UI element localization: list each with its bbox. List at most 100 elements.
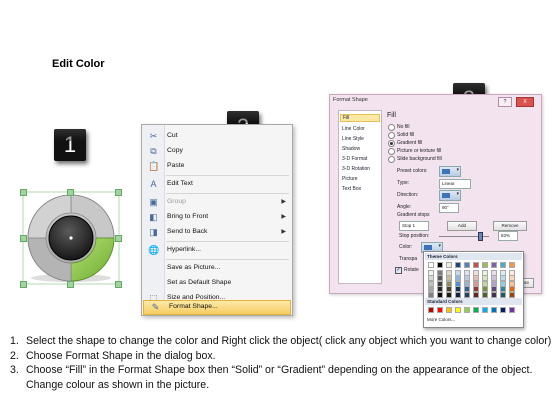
color-swatch[interactable] [437, 291, 443, 298]
menu-item-label: Cut [167, 132, 178, 139]
color-swatch[interactable] [473, 291, 479, 298]
color-swatch[interactable] [464, 291, 470, 298]
copy-icon: ⧉ [150, 146, 157, 156]
radio-no-fill[interactable] [388, 124, 395, 131]
nav-item-3d-rotation[interactable]: 3-D Rotation [342, 166, 370, 172]
color-swatch[interactable] [500, 262, 506, 268]
menu-item-send-to-back[interactable]: ◨ Send to Back ▶ [142, 225, 292, 240]
color-swatch[interactable] [428, 291, 434, 298]
ring-graphic [22, 191, 120, 285]
menu-item-edit-text[interactable]: A Edit Text [142, 177, 292, 192]
close-icon[interactable]: X [516, 97, 534, 107]
theme-colors-heading: Theme Colors [425, 253, 522, 260]
nav-item-text-box[interactable]: Text Box [342, 186, 361, 192]
direction-dropdown[interactable] [439, 190, 461, 201]
rotate-checkbox[interactable]: ✓ [395, 267, 402, 274]
radio-slide-background-fill[interactable] [388, 156, 395, 163]
instruction-number: 1. [10, 335, 19, 347]
color-swatch[interactable] [491, 307, 497, 313]
remove-stop-button[interactable]: Remove [493, 221, 527, 231]
preset-colors-dropdown[interactable] [439, 166, 461, 177]
radio-solid-fill[interactable] [388, 132, 395, 139]
menu-item-group[interactable]: ▣ Group ▶ [142, 195, 292, 210]
color-swatch[interactable] [455, 262, 461, 268]
nav-item-picture[interactable]: Picture [342, 176, 358, 182]
color-swatch[interactable] [428, 307, 434, 313]
color-swatch[interactable] [428, 262, 434, 268]
resize-handle[interactable] [115, 235, 122, 242]
resize-handle[interactable] [115, 281, 122, 288]
color-swatch[interactable] [482, 262, 488, 268]
slider-thumb[interactable] [478, 232, 483, 241]
menu-item-label: Save as Picture... [167, 264, 221, 271]
stop-position-input[interactable]: 83% [498, 231, 518, 241]
angle-input[interactable]: 90° [439, 203, 459, 213]
color-swatch[interactable] [455, 307, 461, 313]
color-swatch[interactable] [446, 262, 452, 268]
color-swatch[interactable] [482, 307, 488, 313]
radio-picture-fill[interactable] [388, 148, 395, 155]
instruction-item: 3. Choose “Fill” in the Format Shape box … [10, 363, 555, 392]
add-stop-button[interactable]: Add [447, 221, 477, 231]
menu-item-copy[interactable]: ⧉ Copy [142, 144, 292, 159]
send-back-icon: ◨ [149, 227, 158, 237]
menu-item-save-as-picture[interactable]: Save as Picture... [142, 261, 292, 276]
menu-item-set-default-shape[interactable]: Set as Default Shape [142, 276, 292, 291]
resize-handle[interactable] [67, 189, 74, 196]
menu-item-hyperlink[interactable]: 🌐 Hyperlink... [142, 243, 292, 258]
menu-item-bring-to-front[interactable]: ◧ Bring to Front ▶ [142, 210, 292, 225]
standard-colors-heading: Standard Colors [425, 298, 522, 305]
radio-label: Gradient fill [397, 140, 423, 146]
more-colors-link[interactable]: More Colors... [427, 317, 455, 322]
color-swatch[interactable] [509, 291, 515, 298]
nav-item-3d-format[interactable]: 3-D Format [342, 156, 367, 162]
color-swatch[interactable] [500, 307, 506, 313]
help-button[interactable]: ? [498, 97, 512, 107]
scissors-icon: ✂ [149, 131, 158, 141]
nav-item-line-style[interactable]: Line Style [342, 136, 364, 142]
menu-item-format-shape[interactable]: ✎ Format Shape... [143, 300, 291, 315]
color-swatch[interactable] [482, 291, 488, 298]
stop-select[interactable]: Stop 1 [399, 221, 429, 231]
menu-item-label: Format Shape... [169, 303, 218, 310]
color-swatch[interactable] [473, 307, 479, 313]
color-swatch[interactable] [446, 307, 452, 313]
menu-item-label: Edit Text [167, 180, 193, 187]
resize-handle[interactable] [67, 281, 74, 288]
radio-label: No fill [397, 124, 410, 130]
nav-item-shadow[interactable]: Shadow [342, 146, 360, 152]
radio-gradient-fill[interactable] [388, 140, 395, 147]
color-swatch[interactable] [509, 262, 515, 268]
nav-item-line-color[interactable]: Line Color [342, 126, 365, 132]
nav-item-fill[interactable]: Fill [340, 114, 380, 122]
color-swatch[interactable] [464, 307, 470, 313]
menu-item-paste[interactable]: 📋 Paste [142, 159, 292, 174]
dialog-nav: Fill Line Color Line Style Shadow 3-D Fo… [338, 110, 382, 284]
color-swatch[interactable] [500, 291, 506, 298]
type-select[interactable]: Linear [439, 179, 471, 189]
color-swatch[interactable] [446, 291, 452, 298]
color-swatch[interactable] [464, 262, 470, 268]
color-swatch[interactable] [437, 307, 443, 313]
ring-shape[interactable] [14, 180, 126, 292]
color-swatch[interactable] [491, 291, 497, 298]
color-swatch[interactable] [437, 262, 443, 268]
resize-handle[interactable] [20, 281, 27, 288]
menu-item-cut[interactable]: ✂ Cut [142, 129, 292, 144]
instruction-text: Select the shape to change the color and… [26, 335, 552, 347]
resize-handle[interactable] [20, 189, 27, 196]
color-swatch[interactable] [491, 262, 497, 268]
hyperlink-icon: 🌐 [148, 245, 160, 255]
color-swatch[interactable] [473, 262, 479, 268]
instruction-item: 1. Select the shape to change the color a… [10, 334, 555, 349]
color-swatch[interactable] [455, 291, 461, 298]
group-icon: ▣ [149, 197, 158, 207]
instruction-number: 3. [10, 364, 19, 377]
resize-handle[interactable] [20, 235, 27, 242]
submenu-arrow-icon: ▶ [281, 214, 286, 220]
menu-separator [166, 259, 289, 260]
color-swatch[interactable] [509, 307, 515, 313]
paste-icon: 📋 [148, 161, 160, 171]
menu-item-label: Bring to Front [167, 213, 209, 220]
resize-handle[interactable] [115, 189, 122, 196]
